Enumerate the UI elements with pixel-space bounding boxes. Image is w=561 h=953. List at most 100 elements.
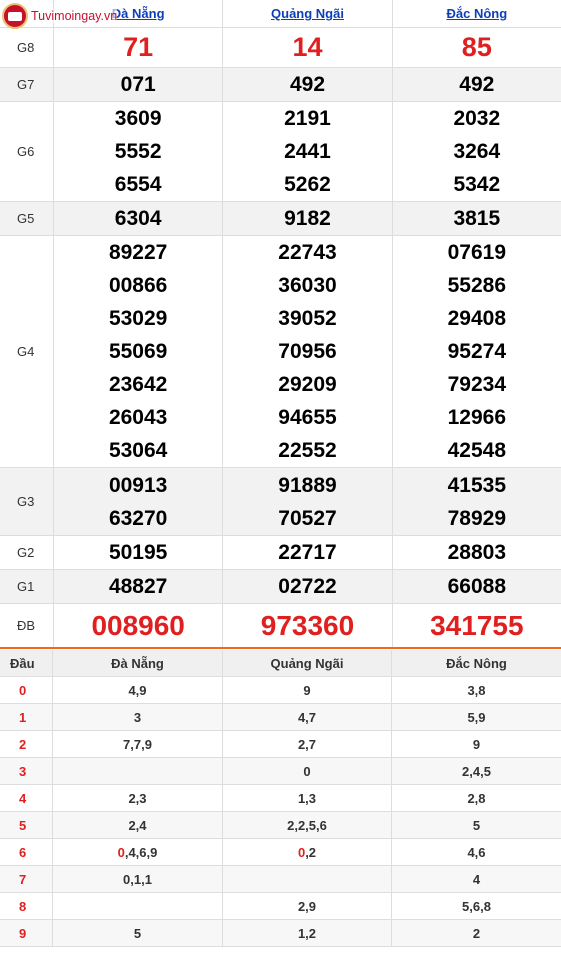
prize-number: 9182 (284, 207, 331, 230)
logo-text: Tuvimoingay.vn (31, 9, 118, 23)
prize-number: 00866 (108, 274, 168, 297)
logo-seal-icon (2, 3, 28, 29)
prize-number: 28803 (447, 541, 507, 564)
prize-number: 071 (120, 73, 156, 96)
loto-header-dau: Đầu (10, 655, 35, 671)
loto-cell (52, 758, 222, 784)
prize-cell: 50195 (53, 536, 222, 569)
loto-cell: 4,6 (391, 839, 561, 865)
prize-cell: 341755 (391, 604, 561, 647)
loto-dau: 5 (19, 817, 27, 833)
prize-number: 12966 (447, 406, 507, 429)
header-province-quangngai[interactable]: Quảng Ngãi (222, 0, 391, 27)
prize-row-g6: G6 3609 5552 6554 2191 2441 5262 2032 3264 5342 (0, 102, 561, 202)
loto-cell: 2,4 (52, 812, 222, 838)
prize-number: 55069 (108, 340, 168, 363)
province-link[interactable]: Quảng Ngãi (271, 6, 344, 21)
prize-number: 07619 (447, 241, 507, 264)
prize-label: G2 (17, 545, 35, 560)
loto-table: Đầu Đà Nẵng Quảng Ngãi Đắc Nông 0 4,9 9 3,8… (0, 650, 561, 947)
loto-dau: 8 (19, 898, 27, 914)
prize-cell: 973360 (222, 604, 391, 647)
loto-cell: 2 (391, 920, 561, 946)
prize-cell: 48827 (53, 570, 222, 603)
loto-cell: 4,7 (222, 704, 391, 730)
loto-row: 9 5 1,2 2 (0, 920, 561, 947)
prize-number: 71 (123, 32, 154, 62)
prize-cell: 89227 00866 53029 55069 23642 26043 53064 (53, 236, 222, 467)
prize-number: 6554 (114, 173, 162, 196)
loto-dau: 3 (19, 763, 27, 779)
prize-number: 02722 (278, 575, 337, 598)
prize-number: 22717 (278, 541, 337, 564)
prize-number: 2191 (284, 107, 331, 130)
prize-number: 14 (292, 32, 323, 62)
prize-cell: 9182 (222, 202, 391, 235)
loto-row: 5 2,4 2,2,5,6 5 (0, 812, 561, 839)
prize-row-g5: G5 6304 9182 3815 (0, 202, 561, 236)
prize-label: ĐB (17, 618, 36, 633)
prize-cell: 28803 (391, 536, 561, 569)
loto-cell: 0 (222, 758, 391, 784)
loto-header-col: Quảng Ngãi (222, 650, 391, 676)
prize-label: G1 (17, 579, 35, 594)
loto-cell (222, 866, 391, 892)
loto-row: 0 4,9 9 3,8 (0, 677, 561, 704)
prize-number: 6304 (114, 207, 162, 230)
prize-number: 22552 (278, 439, 337, 462)
loto-cell: 2,4,5 (391, 758, 561, 784)
loto-row: 3 0 2,4,5 (0, 758, 561, 785)
prize-number: 41535 (447, 473, 507, 497)
loto-dau: 2 (19, 736, 27, 752)
prize-number: 3815 (453, 207, 501, 230)
prize-cell: 492 (222, 68, 391, 101)
prize-number: 36030 (278, 274, 337, 297)
prize-number: 55286 (447, 274, 507, 297)
prize-number: 66088 (447, 575, 507, 598)
prize-label: G6 (17, 144, 35, 159)
loto-cell: 2,9 (222, 893, 391, 919)
loto-cell: 3 (52, 704, 222, 730)
prize-cell: 91889 70527 (222, 468, 391, 535)
site-logo[interactable]: Tuvimoingay.vn (2, 2, 118, 30)
prize-number: 95274 (447, 340, 507, 363)
prize-number: 26043 (108, 406, 168, 429)
prize-label: G4 (17, 344, 35, 359)
prize-cell: 008960 (53, 604, 222, 647)
loto-row: 6 0,4,6,9 0,2 4,6 (0, 839, 561, 866)
prize-cell: 14 (222, 28, 391, 67)
results-table: G8 71 14 85 G7 071 492 492 G6 3609 5552 6554 2191 244… (0, 28, 561, 649)
prize-number: 5342 (453, 173, 501, 196)
loto-cell: 0,2 (222, 839, 391, 865)
loto-row: 1 3 4,7 5,9 (0, 704, 561, 731)
loto-row: 8 2,9 5,6,8 (0, 893, 561, 920)
prize-row-g4: G4 89227 00866 53029 55069 23642 26043 53064 227… (0, 236, 561, 468)
province-link[interactable]: Đà Nẵng (112, 6, 165, 21)
loto-row: 2 7,7,9 2,7 9 (0, 731, 561, 758)
prize-label: G3 (17, 494, 35, 509)
prize-row-g3: G3 00913 63270 91889 70527 41535 78929 (0, 468, 561, 536)
header-province-daknong[interactable]: Đắc Nông (391, 0, 561, 27)
prize-cell: 85 (391, 28, 561, 67)
prize-cell: 41535 78929 (391, 468, 561, 535)
loto-cell: 5,6,8 (391, 893, 561, 919)
prize-cell: 71 (53, 28, 222, 67)
prize-number: 22743 (278, 241, 337, 264)
prize-row-g2: G2 50195 22717 28803 (0, 536, 561, 570)
prize-row-đb: ĐB 008960 973360 341755 (0, 604, 561, 649)
loto-dau: 7 (19, 871, 27, 887)
prize-number: 29408 (447, 307, 507, 330)
province-link[interactable]: Đắc Nông (446, 6, 507, 21)
loto-cell: 2,3 (52, 785, 222, 811)
prize-cell: 00913 63270 (53, 468, 222, 535)
prize-number: 42548 (447, 439, 507, 462)
prize-number: 39052 (278, 307, 337, 330)
prize-cell: 3609 5552 6554 (53, 102, 222, 201)
prize-number: 2032 (453, 107, 501, 130)
prize-number: 492 (459, 73, 495, 96)
prize-cell: 3815 (391, 202, 561, 235)
prize-row-g7: G7 071 492 492 (0, 68, 561, 102)
prize-number: 008960 (91, 610, 185, 641)
loto-cell: 1,3 (222, 785, 391, 811)
prize-number: 94655 (278, 406, 337, 429)
